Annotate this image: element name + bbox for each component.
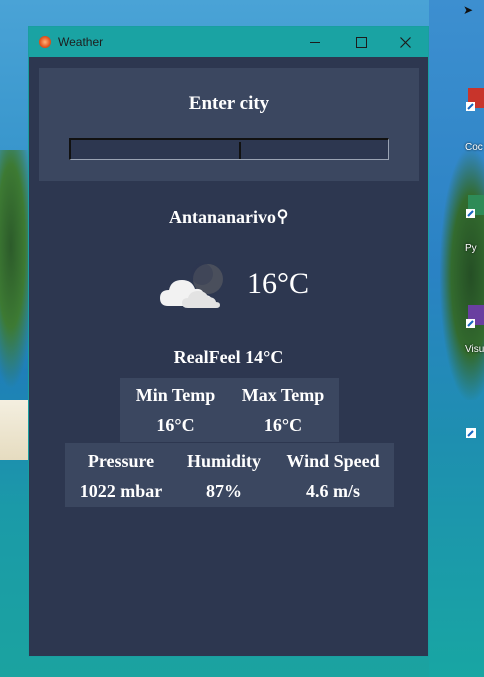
current-temperature: 16°C bbox=[247, 267, 310, 300]
pressure-value: 1022 mbar bbox=[79, 481, 163, 501]
desktop-icon-label[interactable]: Visu bbox=[465, 344, 484, 355]
close-button[interactable] bbox=[382, 27, 428, 57]
window-title: Weather bbox=[58, 35, 104, 49]
close-icon bbox=[399, 36, 411, 48]
humidity-label: Humidity bbox=[186, 451, 261, 471]
wind-speed-value: 4.6 m/s bbox=[306, 481, 360, 501]
minimize-icon bbox=[310, 41, 320, 43]
max-temp-value: 16°C bbox=[263, 415, 303, 435]
search-heading: Enter city bbox=[188, 93, 270, 114]
desktop-app-icon[interactable] bbox=[466, 88, 484, 112]
wind-speed-label: Wind Speed bbox=[286, 451, 380, 471]
city-name-text: Antananarivo bbox=[168, 207, 276, 227]
weather-window: Weather Enter city Antananarivo 16°C Rea… bbox=[28, 26, 429, 657]
desktop-icon-label[interactable]: Coc bbox=[465, 142, 483, 153]
maximize-icon bbox=[355, 36, 367, 48]
humidity-value: 87% bbox=[206, 481, 242, 501]
desktop-icon-label[interactable]: Py bbox=[465, 243, 477, 254]
maximize-button[interactable] bbox=[338, 27, 384, 57]
pressure-label: Pressure bbox=[87, 451, 155, 471]
city-name: Antananarivo bbox=[29, 207, 428, 228]
max-temp-label: Max Temp bbox=[241, 385, 325, 405]
desktop-app-icon[interactable] bbox=[466, 305, 484, 329]
mouse-cursor-icon: ➤ bbox=[463, 3, 474, 17]
search-panel: Enter city bbox=[39, 68, 419, 181]
desktop-wallpaper-palm bbox=[440, 150, 484, 400]
min-temp-label: Min Temp bbox=[135, 385, 216, 405]
minimize-button[interactable] bbox=[292, 27, 338, 57]
realfeel-temperature: RealFeel 14°C bbox=[173, 347, 284, 367]
min-max-panel: Min Temp Max Temp 16°C 16°C bbox=[120, 378, 339, 442]
weather-app-icon bbox=[39, 36, 51, 48]
location-pin-icon bbox=[277, 209, 288, 224]
min-temp-value: 16°C bbox=[156, 415, 195, 435]
text-caret bbox=[239, 142, 241, 159]
desktop-shortcut-icon[interactable] bbox=[466, 420, 484, 444]
title-bar[interactable]: Weather bbox=[29, 27, 428, 57]
city-input[interactable] bbox=[69, 138, 389, 160]
stats-panel: Pressure Humidity Wind Speed 1022 mbar 8… bbox=[65, 443, 394, 507]
desktop-app-icon[interactable] bbox=[466, 195, 484, 219]
partly-cloudy-night-icon bbox=[160, 263, 223, 308]
